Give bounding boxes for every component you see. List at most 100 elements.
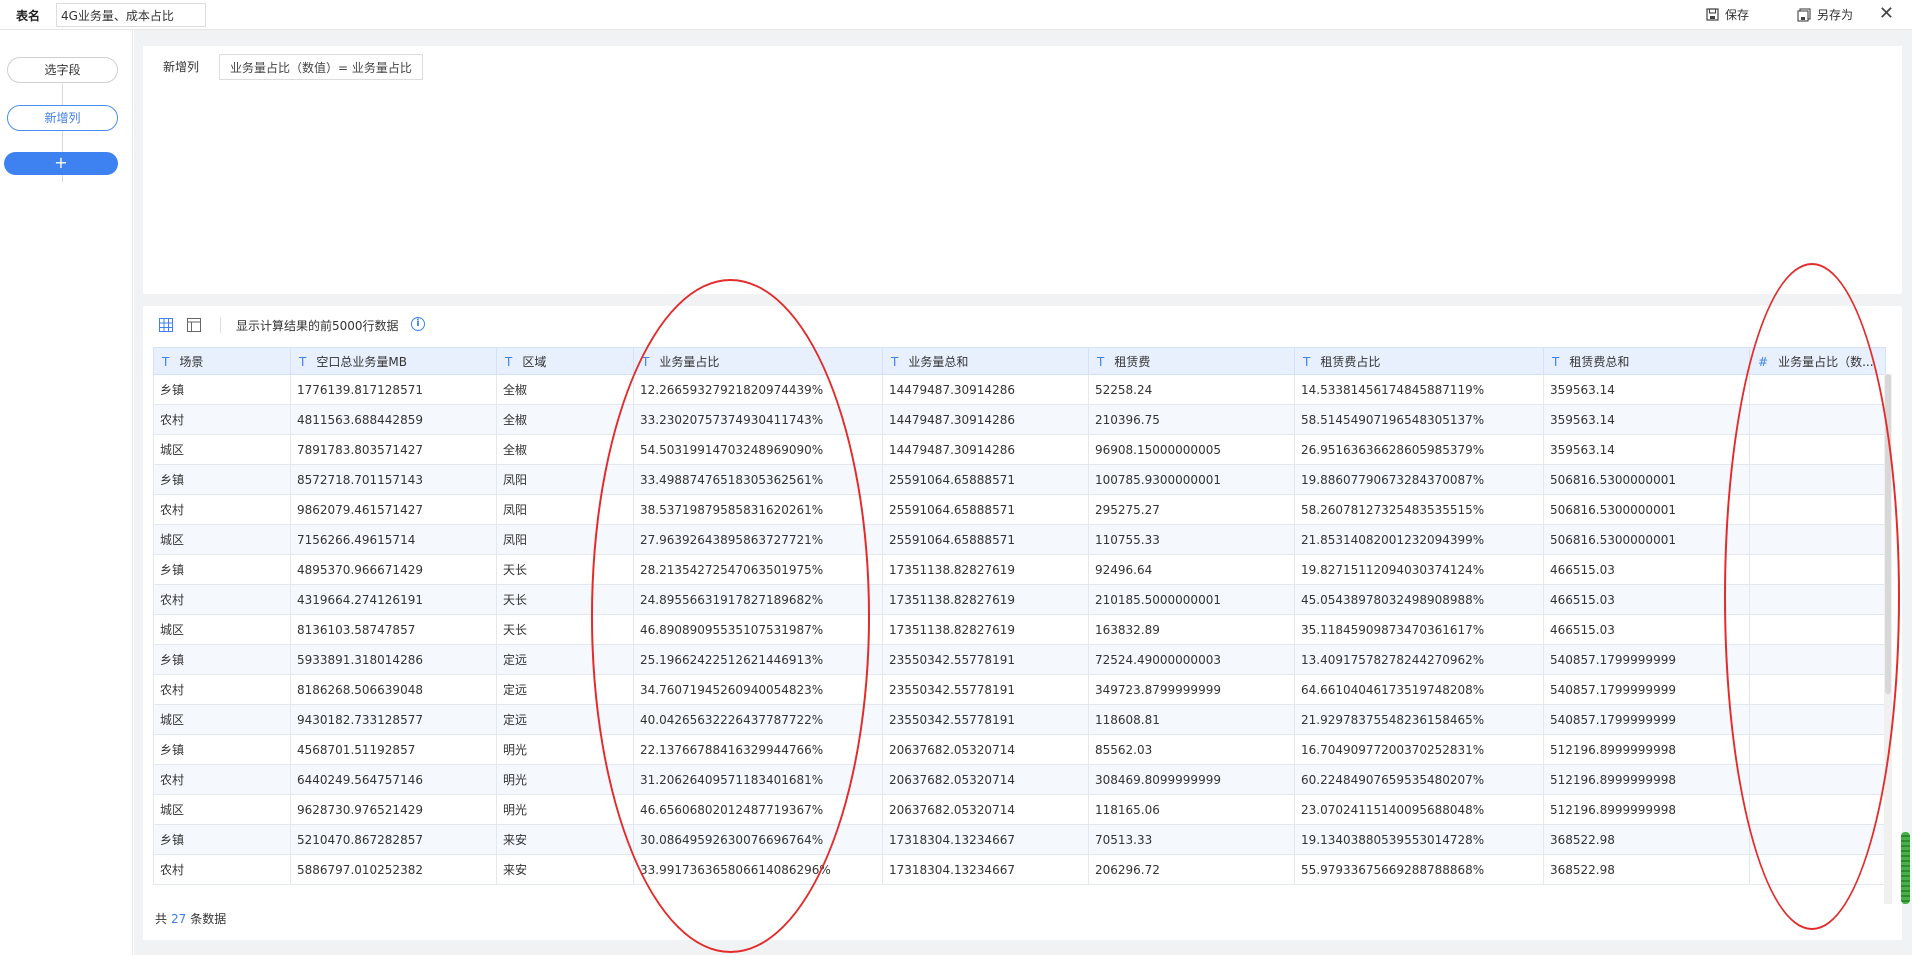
add-step-button[interactable]: +	[4, 152, 118, 175]
table-cell: 506816.5300000001	[1543, 464, 1750, 495]
table-cell: 乡镇	[153, 464, 291, 495]
table-cell: 农村	[153, 404, 291, 435]
table-row[interactable]: 农村 8186268.506639048 定远 34.7607194526094005…	[153, 674, 1886, 705]
table-row[interactable]: 乡镇 4568701.51192857 明光 22.13766788416329944…	[153, 734, 1886, 765]
table-cell: 9862079.461571427	[290, 494, 497, 525]
table-cell: 25591064.65888571	[882, 494, 1089, 525]
table-cell: 60.22484907659535480207%	[1294, 764, 1544, 795]
save-button[interactable]: 保存	[1706, 6, 1749, 23]
table-cell: 5210470.867282857	[290, 824, 497, 855]
table-toolbar: 显示计算结果的前5000行数据 i	[143, 306, 1902, 342]
table-cell: 14479487.30914286	[882, 434, 1089, 465]
formula-label: 新增列	[163, 60, 200, 74]
footer-suffix: 条数据	[190, 912, 227, 926]
text-type-icon: T	[1552, 354, 1560, 369]
table-cell: 6440249.564757146	[290, 764, 497, 795]
text-type-icon: T	[1097, 354, 1105, 369]
column-header-label: 业务量总和	[908, 354, 969, 369]
column-header[interactable]: T 区域	[496, 347, 634, 375]
table-cell: 20637682.05320714	[882, 764, 1089, 795]
table-row[interactable]: 城区 9628730.976521429 明光 46.6560680201248771…	[153, 794, 1886, 825]
table-cell: 23550342.55778191	[882, 674, 1089, 705]
table-cell: 23.07024115140095688048%	[1294, 794, 1544, 825]
text-type-icon: T	[891, 354, 899, 369]
column-header[interactable]: T 空口总业务量MB	[290, 347, 497, 375]
table-cell: 来安	[496, 824, 634, 855]
column-header-label: 场景	[179, 354, 204, 369]
table-row[interactable]: 农村 4319664.274126191 天长 24.8955663191782718…	[153, 584, 1886, 615]
table-cell: 21.85314082001232094399%	[1294, 524, 1544, 555]
table-row[interactable]: 农村 9862079.461571427 凤阳 38.5371987958583162…	[153, 494, 1886, 525]
grid-view-icon[interactable]	[159, 318, 173, 332]
step-sidebar: 选字段 新增列 +	[0, 30, 133, 955]
table-cell: 25591064.65888571	[882, 524, 1089, 555]
table-cell: 70513.33	[1088, 824, 1295, 855]
table-cell: 512196.8999999998	[1543, 794, 1750, 825]
table-cell: 163832.89	[1088, 614, 1295, 645]
table-row[interactable]: 乡镇 5933891.318014286 定远 25.1966242251262144…	[153, 644, 1886, 675]
footer-prefix: 共	[155, 912, 168, 926]
table-header-row: T 场景 T 空口总业务量MB T 区域 T 业务量占比 T 业务量总和 T 租赁费 T 租赁费占比 T 租赁…	[153, 347, 1886, 375]
table-name-input[interactable]: 4G业务量、成本占比	[56, 3, 206, 27]
table-cell: 35.11845909873470361617%	[1294, 614, 1544, 645]
table-cell: 92496.64	[1088, 554, 1295, 585]
table-cell: 17351138.82827619	[882, 554, 1089, 585]
table-cell: 58.26078127325483535515%	[1294, 494, 1544, 525]
table-cell: 农村	[153, 854, 291, 885]
table-cell: 9628730.976521429	[290, 794, 497, 825]
table-cell: 58.51454907196548305137%	[1294, 404, 1544, 435]
table-cell: 512196.8999999998	[1543, 764, 1750, 795]
table-cell: 368522.98	[1543, 854, 1750, 885]
step-select-fields[interactable]: 选字段	[7, 57, 118, 83]
step-add-column[interactable]: 新增列	[7, 105, 118, 131]
table-cell: 城区	[153, 704, 291, 735]
table-row[interactable]: 乡镇 8572718.701157143 凤阳 33.4988747651830536…	[153, 464, 1886, 495]
table-cell: 乡镇	[153, 734, 291, 765]
table-cell: 466515.03	[1543, 554, 1750, 585]
table-cell: 7891783.803571427	[290, 434, 497, 465]
annotation-ellipse	[591, 279, 870, 953]
table-row[interactable]: 乡镇 4895370.966671429 天长 28.2135427254706350…	[153, 554, 1886, 585]
table-cell: 540857.1799999999	[1543, 704, 1750, 735]
data-preview-panel: 显示计算结果的前5000行数据 i T 场景 T 空口总业务量MB T 区域 T 业务量占比 T…	[143, 306, 1902, 940]
column-header[interactable]: T 场景	[153, 347, 291, 375]
table-cell: 14479487.30914286	[882, 374, 1089, 405]
formula-panel: 新增列 业务量占比（数值）= 业务量占比	[143, 46, 1902, 294]
table-row[interactable]: 城区 8136103.58747857 天长 46.89089095535107531…	[153, 614, 1886, 645]
table-cell: 来安	[496, 854, 634, 885]
column-header[interactable]: T 租赁费总和	[1543, 347, 1750, 375]
table-row[interactable]: 城区 9430182.733128577 定远 40.0426563222643778…	[153, 704, 1886, 735]
save-as-label: 另存为	[1817, 8, 1854, 22]
page-scroll-thumb[interactable]	[1901, 832, 1910, 904]
table-cell: 乡镇	[153, 644, 291, 675]
table-cell: 506816.5300000001	[1543, 524, 1750, 555]
table-cell: 19.88607790673284370087%	[1294, 464, 1544, 495]
formula-chip[interactable]: 业务量占比（数值）= 业务量占比	[219, 54, 423, 80]
column-header-label: 空口总业务量MB	[316, 354, 407, 369]
info-icon[interactable]: i	[411, 317, 425, 331]
table-row[interactable]: 农村 4811563.688442859 全椒 33.2302075737493041…	[153, 404, 1886, 435]
layout-view-icon[interactable]	[187, 318, 201, 332]
column-header[interactable]: T 业务量总和	[882, 347, 1089, 375]
save-as-button[interactable]: 另存为	[1797, 6, 1853, 23]
close-icon[interactable]: ✕	[1879, 4, 1894, 24]
table-name-label: 表名	[16, 9, 41, 23]
table-cell: 118608.81	[1088, 704, 1295, 735]
table-row[interactable]: 城区 7156266.49615714 凤阳 27.96392643895863727…	[153, 524, 1886, 555]
table-cell: 4811563.688442859	[290, 404, 497, 435]
table-row[interactable]: 乡镇 1776139.817128571 全椒 12.2665932792182097…	[153, 374, 1886, 405]
table-row[interactable]: 城区 7891783.803571427 全椒 54.5031991470324896…	[153, 434, 1886, 465]
row-count: 27	[171, 912, 187, 926]
table-cell: 5933891.318014286	[290, 644, 497, 675]
table-row[interactable]: 农村 6440249.564757146 明光 31.2062640957118340…	[153, 764, 1886, 795]
column-header[interactable]: T 租赁费	[1088, 347, 1295, 375]
table-cell: 295275.27	[1088, 494, 1295, 525]
table-cell: 349723.8799999999	[1088, 674, 1295, 705]
table-cell: 17351138.82827619	[882, 614, 1089, 645]
text-type-icon: T	[162, 354, 170, 369]
table-row[interactable]: 农村 5886797.010252382 来安 33.9917363658066140…	[153, 854, 1886, 885]
table-row[interactable]: 乡镇 5210470.867282857 来安 30.0864959263007669…	[153, 824, 1886, 855]
table-cell: 110755.33	[1088, 524, 1295, 555]
column-header[interactable]: T 租赁费占比	[1294, 347, 1544, 375]
table-cell: 540857.1799999999	[1543, 644, 1750, 675]
